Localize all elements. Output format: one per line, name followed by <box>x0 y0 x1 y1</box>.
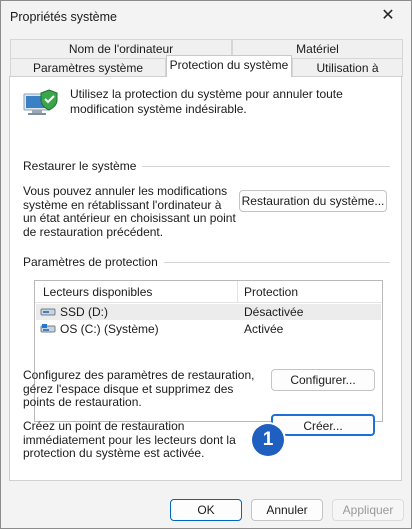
cancel-button[interactable]: Annuler <box>251 499 323 521</box>
column-protection[interactable]: Protection <box>244 285 298 299</box>
close-icon[interactable]: ✕ <box>379 7 397 25</box>
tab-strip: Nom de l'ordinateur Matériel Paramètres … <box>1 39 411 94</box>
ok-button[interactable]: OK <box>170 499 242 521</box>
drive-name: OS (C:) (Système) <box>60 322 159 336</box>
drive-row-os[interactable]: OS (C:) (Système) Activée <box>36 321 381 337</box>
step-marker: 1 <box>252 424 284 456</box>
drive-name: SSD (D:) <box>60 305 108 319</box>
drive-status: Activée <box>244 322 284 336</box>
configure-description: Configurez des paramètres de restauratio… <box>23 368 255 409</box>
column-divider <box>237 281 238 302</box>
apply-button[interactable]: Appliquer <box>332 499 404 521</box>
system-properties-window: Propriétés système ✕ Nom de l'ordinateur… <box>0 0 412 529</box>
create-description: Créez un point de restauration immédiate… <box>23 419 236 460</box>
restore-section-label: Restaurer le système <box>23 159 143 173</box>
drive-status: Désactivée <box>244 305 304 319</box>
drives-list-header: Lecteurs disponibles Protection <box>35 281 382 303</box>
dialog-footer: OK Annuler Appliquer <box>1 489 411 528</box>
create-button[interactable]: Créer... <box>271 414 375 436</box>
window-title: Propriétés système <box>10 10 117 24</box>
protection-section-label: Paramètres de protection <box>23 255 164 269</box>
drive-icon <box>40 308 56 316</box>
system-protection-icon <box>23 89 58 115</box>
title-bar: Propriétés système ✕ <box>1 1 411 35</box>
restore-description: Vous pouvez annuler les modifications sy… <box>23 184 236 239</box>
intro-text: Utilisez la protection du système pour a… <box>70 87 343 116</box>
system-drive-icon <box>40 324 56 333</box>
tab-remote[interactable]: Utilisation à distance <box>292 58 403 94</box>
drive-row-ssd[interactable]: SSD (D:) Désactivée <box>36 304 381 320</box>
column-drives[interactable]: Lecteurs disponibles <box>43 285 152 299</box>
configure-button[interactable]: Configurer... <box>271 369 375 391</box>
system-protection-panel: Utilisez la protection du système pour a… <box>9 76 402 481</box>
tab-system-protection[interactable]: Protection du système <box>166 55 292 77</box>
system-restore-button[interactable]: Restauration du système... <box>239 190 387 212</box>
tab-advanced[interactable]: Paramètres système avancés <box>10 58 166 94</box>
